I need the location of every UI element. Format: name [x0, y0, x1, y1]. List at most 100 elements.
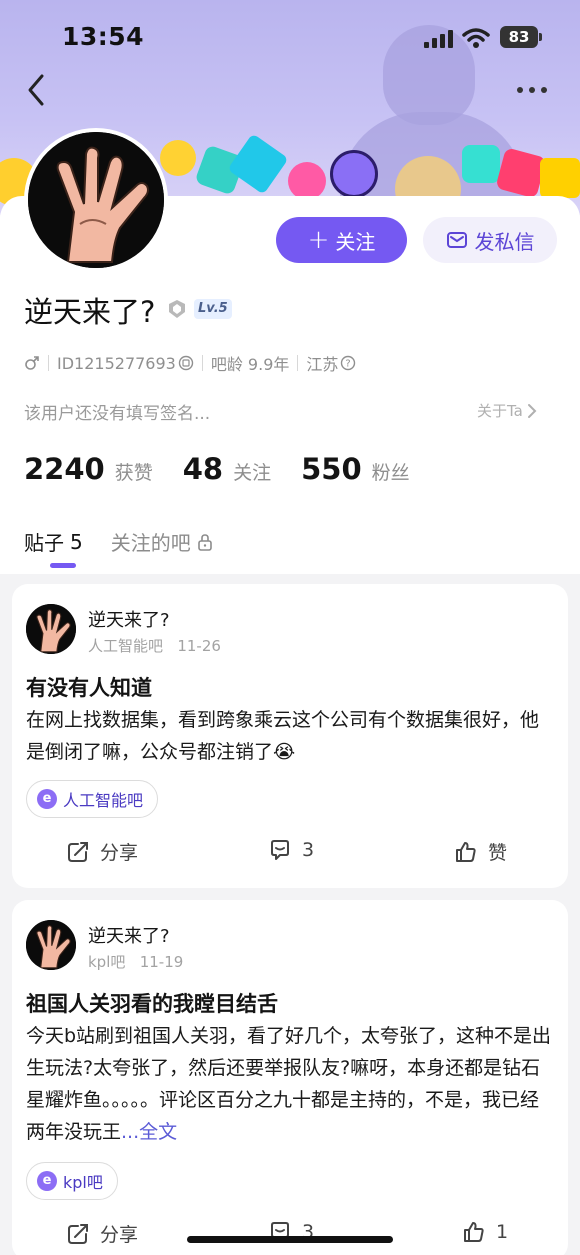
- male-icon: [25, 356, 39, 370]
- envelope-icon: [446, 232, 467, 248]
- stat-label: 粉丝: [371, 462, 410, 484]
- follow-button-label: 关注: [335, 229, 376, 254]
- share-label: 分享: [100, 1224, 139, 1246]
- chevron-right-icon: [527, 403, 537, 418]
- profile-stats: 2240 获赞 48 关注 550 粉丝: [24, 452, 440, 486]
- battery-icon: 83: [500, 26, 542, 48]
- like-label: 赞: [488, 842, 508, 864]
- bar-age: 吧龄 9.9年: [210, 355, 290, 374]
- comment-button[interactable]: 3: [268, 838, 314, 862]
- meta-divider: [201, 355, 203, 371]
- post-author-avatar[interactable]: [26, 920, 76, 970]
- forum-tag-label: kpl吧: [63, 1173, 103, 1192]
- banner-decoration: [462, 145, 500, 183]
- meta-divider: [297, 355, 299, 371]
- avatar[interactable]: [24, 128, 168, 272]
- about-label: 关于Ta: [477, 402, 523, 420]
- share-icon: [68, 1223, 88, 1244]
- thumbs-up-icon: [464, 1222, 484, 1242]
- stat-number: 2240: [24, 452, 105, 486]
- share-button[interactable]: 分享: [66, 1220, 138, 1247]
- post-forum: kpl吧: [88, 953, 126, 971]
- post-meta: kpl吧 11-19: [88, 951, 183, 972]
- stat-label: 获赞: [114, 462, 153, 484]
- banner-decoration: [330, 150, 378, 198]
- hand-gesture-avatar-icon: [26, 604, 76, 654]
- tab-followed-forums[interactable]: 关注的吧: [111, 527, 213, 556]
- level-badge: Lv.5: [194, 299, 232, 319]
- plus-icon: +: [307, 225, 330, 255]
- copy-icon[interactable]: [178, 355, 194, 371]
- post-author[interactable]: 逆天来了?: [88, 606, 170, 632]
- meta-divider: [48, 355, 49, 371]
- svg-text:?: ?: [346, 359, 351, 370]
- profile-tabs: 贴子 5 关注的吧: [24, 527, 213, 568]
- tab-posts-label: 贴子: [24, 531, 64, 555]
- profile-meta: ID1215277693 吧龄 9.9年 江苏 ?: [24, 351, 356, 375]
- post-author-avatar[interactable]: [26, 604, 76, 654]
- share-label: 分享: [100, 842, 139, 864]
- follow-button[interactable]: + 关注: [276, 217, 407, 263]
- user-id[interactable]: ID1215277693: [57, 354, 176, 373]
- post-forum: 人工智能吧: [88, 637, 164, 655]
- cellular-signal-icon: [424, 30, 454, 48]
- back-arrow-icon[interactable]: [22, 72, 52, 108]
- post-card[interactable]: 逆天来了? kpl吧 11-19 祖国人关羽看的我瞠目结舌 今天b站刷到祖国人关…: [12, 900, 568, 1255]
- user-signature: 该用户还没有填写签名...: [24, 404, 211, 424]
- crown-badge-icon: [169, 300, 185, 318]
- post-title: 有没有人知道: [26, 676, 152, 700]
- banner-decoration: [160, 140, 196, 176]
- post-card[interactable]: 逆天来了? 人工智能吧 11-26 有没有人知道 在网上找数据集，看到跨象乘云这…: [12, 584, 568, 888]
- about-link[interactable]: 关于Ta: [477, 400, 539, 421]
- banner-decoration: [540, 158, 580, 198]
- send-message-label: 发私信: [474, 229, 535, 254]
- home-indicator[interactable]: [187, 1236, 393, 1243]
- like-button[interactable]: 1: [462, 1220, 508, 1244]
- stat-label: 关注: [233, 462, 272, 484]
- post-body: 今天b站刷到祖国人关羽，看了好几个，太夸张了，这种不是出生玩法?太夸张了，然后还…: [26, 1020, 556, 1148]
- tab-posts-count: 5: [70, 529, 83, 554]
- forum-tag[interactable]: e 人工智能吧: [26, 780, 159, 818]
- more-options-icon[interactable]: [512, 80, 552, 100]
- stat-number: 550: [301, 452, 362, 486]
- forum-tag[interactable]: e kpl吧: [26, 1162, 118, 1200]
- lock-icon: [197, 533, 212, 551]
- hand-gesture-avatar-icon: [28, 132, 164, 268]
- post-time: 11-19: [139, 953, 184, 971]
- stat-following[interactable]: 48 关注: [183, 452, 271, 486]
- comment-icon: [271, 840, 289, 860]
- status-bar: 13:54 83: [0, 0, 580, 70]
- tab-forums-label: 关注的吧: [110, 531, 191, 555]
- banner-decoration: [288, 162, 326, 200]
- stat-fans[interactable]: 550 粉丝: [301, 452, 410, 486]
- post-body: 在网上找数据集，看到跨象乘云这个公司有个数据集很好，他是倒闭了嘛，公众号都注销了…: [26, 709, 540, 763]
- post-title: 祖国人关羽看的我瞠目结舌: [26, 992, 278, 1016]
- share-icon: [68, 841, 88, 862]
- username: 逆天来了?: [24, 295, 156, 329]
- banner-decoration: [227, 133, 289, 195]
- forum-icon: e: [37, 789, 57, 809]
- like-count: 1: [496, 1221, 509, 1243]
- status-time: 13:54: [62, 22, 145, 51]
- comment-count: 3: [302, 839, 315, 861]
- read-more-link[interactable]: ...全文: [121, 1121, 177, 1143]
- hand-gesture-avatar-icon: [26, 920, 76, 970]
- share-button[interactable]: 分享: [66, 838, 138, 865]
- post-author[interactable]: 逆天来了?: [88, 922, 170, 948]
- post-body-text: 今天b站刷到祖国人关羽，看了好几个，太夸张了，这种不是出生玩法?太夸张了，然后还…: [26, 1025, 552, 1143]
- help-icon[interactable]: ?: [340, 355, 356, 371]
- location: 江苏: [306, 355, 339, 374]
- post-time: 11-26: [177, 637, 221, 655]
- post-actions: 分享 3 赞: [12, 838, 568, 878]
- forum-icon: e: [37, 1171, 57, 1191]
- stat-number: 48: [182, 452, 224, 486]
- stat-likes: 2240 获赞: [24, 452, 153, 486]
- forum-tag-label: 人工智能吧: [63, 791, 144, 810]
- thumbs-up-icon: [456, 841, 476, 862]
- active-tab-indicator: [50, 563, 76, 568]
- send-message-button[interactable]: 发私信: [423, 217, 557, 263]
- wifi-icon: [462, 28, 490, 48]
- tab-posts[interactable]: 贴子 5: [24, 527, 83, 568]
- like-button[interactable]: 赞: [454, 838, 507, 865]
- post-meta: 人工智能吧 11-26: [88, 635, 221, 656]
